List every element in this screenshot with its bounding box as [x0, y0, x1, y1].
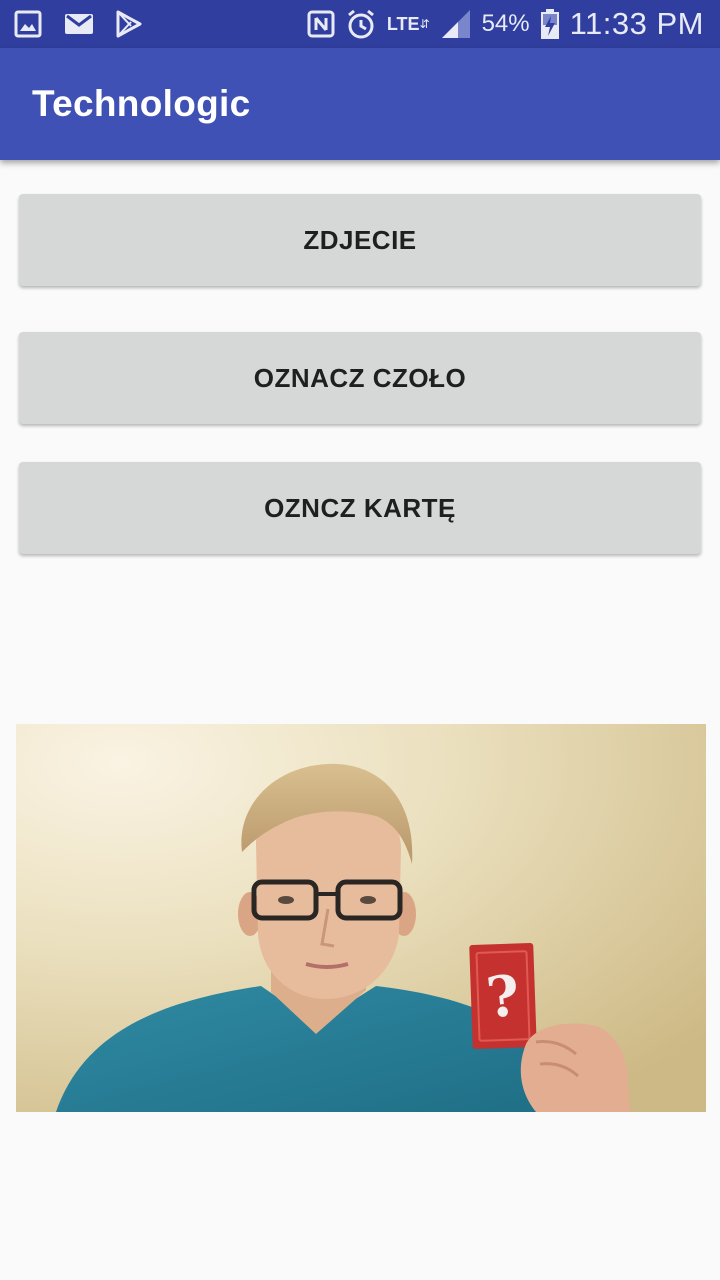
notification-icons [0, 10, 142, 38]
card-question-mark: ? [483, 962, 523, 1031]
mark-forehead-button[interactable]: OZNACZ CZOŁO [19, 332, 701, 424]
alarm-icon [345, 8, 377, 40]
battery-percent: 54% [481, 10, 530, 37]
image-icon [14, 10, 42, 38]
app-bar: Technologic [0, 48, 720, 160]
play-store-icon [116, 10, 142, 38]
take-photo-button[interactable]: ZDJECIE [19, 194, 701, 286]
gmail-icon [64, 12, 94, 36]
mark-card-button[interactable]: OZNCZ KARTĘ [19, 462, 701, 554]
app-title: Technologic [32, 83, 251, 124]
status-bar: LTE ⇵ 54% 11:33 PM [0, 0, 720, 48]
system-icons: LTE ⇵ 54% 11:33 PM [307, 6, 720, 42]
lte-icon: LTE ⇵ [386, 14, 430, 34]
network-type-label: LTE [386, 14, 420, 34]
nfc-icon [307, 10, 335, 38]
clock: 11:33 PM [569, 6, 704, 41]
signal-icon [440, 8, 472, 40]
battery-charging-icon [540, 8, 560, 40]
captured-photo: ? [16, 724, 706, 1112]
